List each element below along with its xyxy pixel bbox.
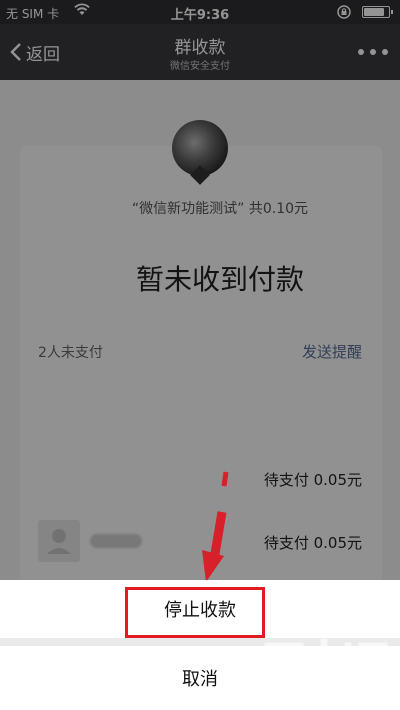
red-arrow-annotation bbox=[202, 471, 229, 582]
highlight-box bbox=[125, 587, 265, 638]
site-watermark-logo bbox=[264, 638, 388, 704]
